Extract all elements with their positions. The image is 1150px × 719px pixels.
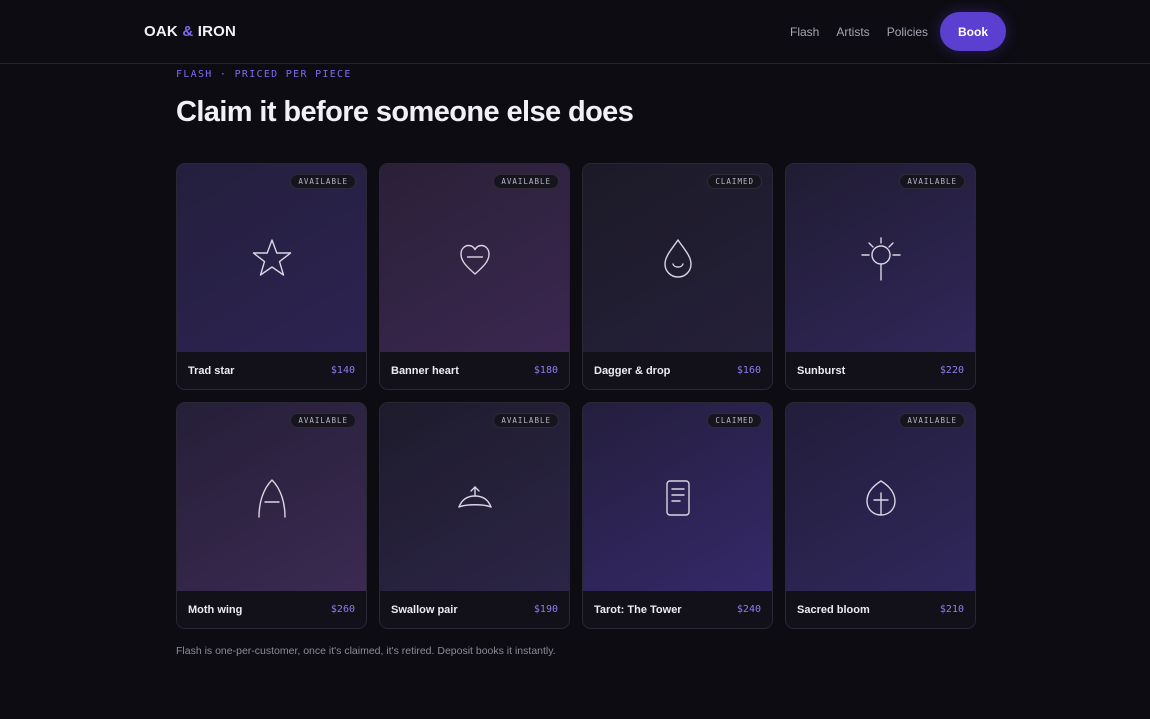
card-footer: Sunburst $220 xyxy=(786,352,975,389)
card-artwork: AVAILABLE xyxy=(177,403,366,592)
brand-ampersand: & xyxy=(182,23,194,40)
brand-word-iron: IRON xyxy=(197,23,237,40)
sun-icon xyxy=(858,236,904,282)
flash-card-banner-heart[interactable]: AVAILABLE Banner heart $180 xyxy=(379,163,570,390)
swallow-icon xyxy=(452,475,498,521)
card-artwork: AVAILABLE xyxy=(177,164,366,353)
card-artwork: AVAILABLE xyxy=(786,403,975,592)
card-price: $140 xyxy=(330,365,355,376)
nav-link-flash[interactable]: Flash xyxy=(790,25,819,39)
status-badge: AVAILABLE xyxy=(899,413,965,428)
card-artwork: CLAIMED xyxy=(583,164,772,353)
heart-icon xyxy=(452,236,498,282)
flash-card-swallow-pair[interactable]: AVAILABLE Swallow pair $190 xyxy=(379,402,570,629)
drop-icon xyxy=(655,236,701,282)
status-badge: AVAILABLE xyxy=(899,174,965,189)
card-footer: Tarot: The Tower $240 xyxy=(583,591,772,628)
nav-links: Flash Artists Policies xyxy=(790,25,928,39)
card-price: $160 xyxy=(736,365,761,376)
card-footer: Moth wing $260 xyxy=(177,591,366,628)
flash-card-trad-star[interactable]: AVAILABLE Trad star $140 xyxy=(176,163,367,390)
card-artwork: AVAILABLE xyxy=(380,164,569,353)
wing-icon xyxy=(249,475,295,521)
card-title: Swallow pair xyxy=(391,603,458,616)
card-title: Tarot: The Tower xyxy=(594,603,682,616)
flash-policy-note: Flash is one-per-customer, once it's cla… xyxy=(176,645,556,657)
book-button[interactable]: Book xyxy=(940,12,1006,51)
card-price: $210 xyxy=(939,604,964,615)
card-title: Dagger & drop xyxy=(594,364,671,377)
nav-link-artists[interactable]: Artists xyxy=(836,25,869,39)
flash-grid: AVAILABLE Trad star $140 AVAILABLE Banne… xyxy=(176,163,976,629)
brand-word-oak: OAK xyxy=(144,23,178,40)
status-badge: AVAILABLE xyxy=(493,174,559,189)
card-artwork: AVAILABLE xyxy=(786,164,975,353)
card-price: $180 xyxy=(533,365,558,376)
status-badge: CLAIMED xyxy=(707,174,762,189)
section-eyebrow: FLASH · PRICED PER PIECE xyxy=(176,69,352,80)
status-badge: AVAILABLE xyxy=(493,413,559,428)
card-price: $260 xyxy=(330,604,355,615)
tarot-card-icon xyxy=(655,475,701,521)
status-badge: AVAILABLE xyxy=(290,174,356,189)
card-artwork: AVAILABLE xyxy=(380,403,569,592)
card-title: Trad star xyxy=(188,364,235,377)
star-icon xyxy=(249,236,295,282)
bloom-icon xyxy=(858,475,904,521)
flash-card-tarot-tower[interactable]: CLAIMED Tarot: The Tower $240 xyxy=(582,402,773,629)
card-footer: Banner heart $180 xyxy=(380,352,569,389)
page-title: Claim it before someone else does xyxy=(176,96,634,128)
card-price: $220 xyxy=(939,365,964,376)
nav-link-policies[interactable]: Policies xyxy=(887,25,928,39)
status-badge: CLAIMED xyxy=(707,413,762,428)
flash-card-sacred-bloom[interactable]: AVAILABLE Sacred bloom $210 xyxy=(785,402,976,629)
card-price: $190 xyxy=(533,604,558,615)
card-footer: Sacred bloom $210 xyxy=(786,591,975,628)
card-footer: Swallow pair $190 xyxy=(380,591,569,628)
card-title: Banner heart xyxy=(391,364,459,377)
flash-card-sunburst[interactable]: AVAILABLE Sunburst $220 xyxy=(785,163,976,390)
card-artwork: CLAIMED xyxy=(583,403,772,592)
card-title: Sacred bloom xyxy=(797,603,870,616)
card-footer: Trad star $140 xyxy=(177,352,366,389)
card-title: Moth wing xyxy=(188,603,243,616)
card-price: $240 xyxy=(736,604,761,615)
card-title: Sunburst xyxy=(797,364,846,377)
brand-logo[interactable]: OAK & IRON xyxy=(144,23,236,40)
flash-card-moth-wing[interactable]: AVAILABLE Moth wing $260 xyxy=(176,402,367,629)
card-footer: Dagger & drop $160 xyxy=(583,352,772,389)
flash-card-dagger-drop[interactable]: CLAIMED Dagger & drop $160 xyxy=(582,163,773,390)
top-nav: OAK & IRON Flash Artists Policies Book xyxy=(0,0,1150,64)
status-badge: AVAILABLE xyxy=(290,413,356,428)
